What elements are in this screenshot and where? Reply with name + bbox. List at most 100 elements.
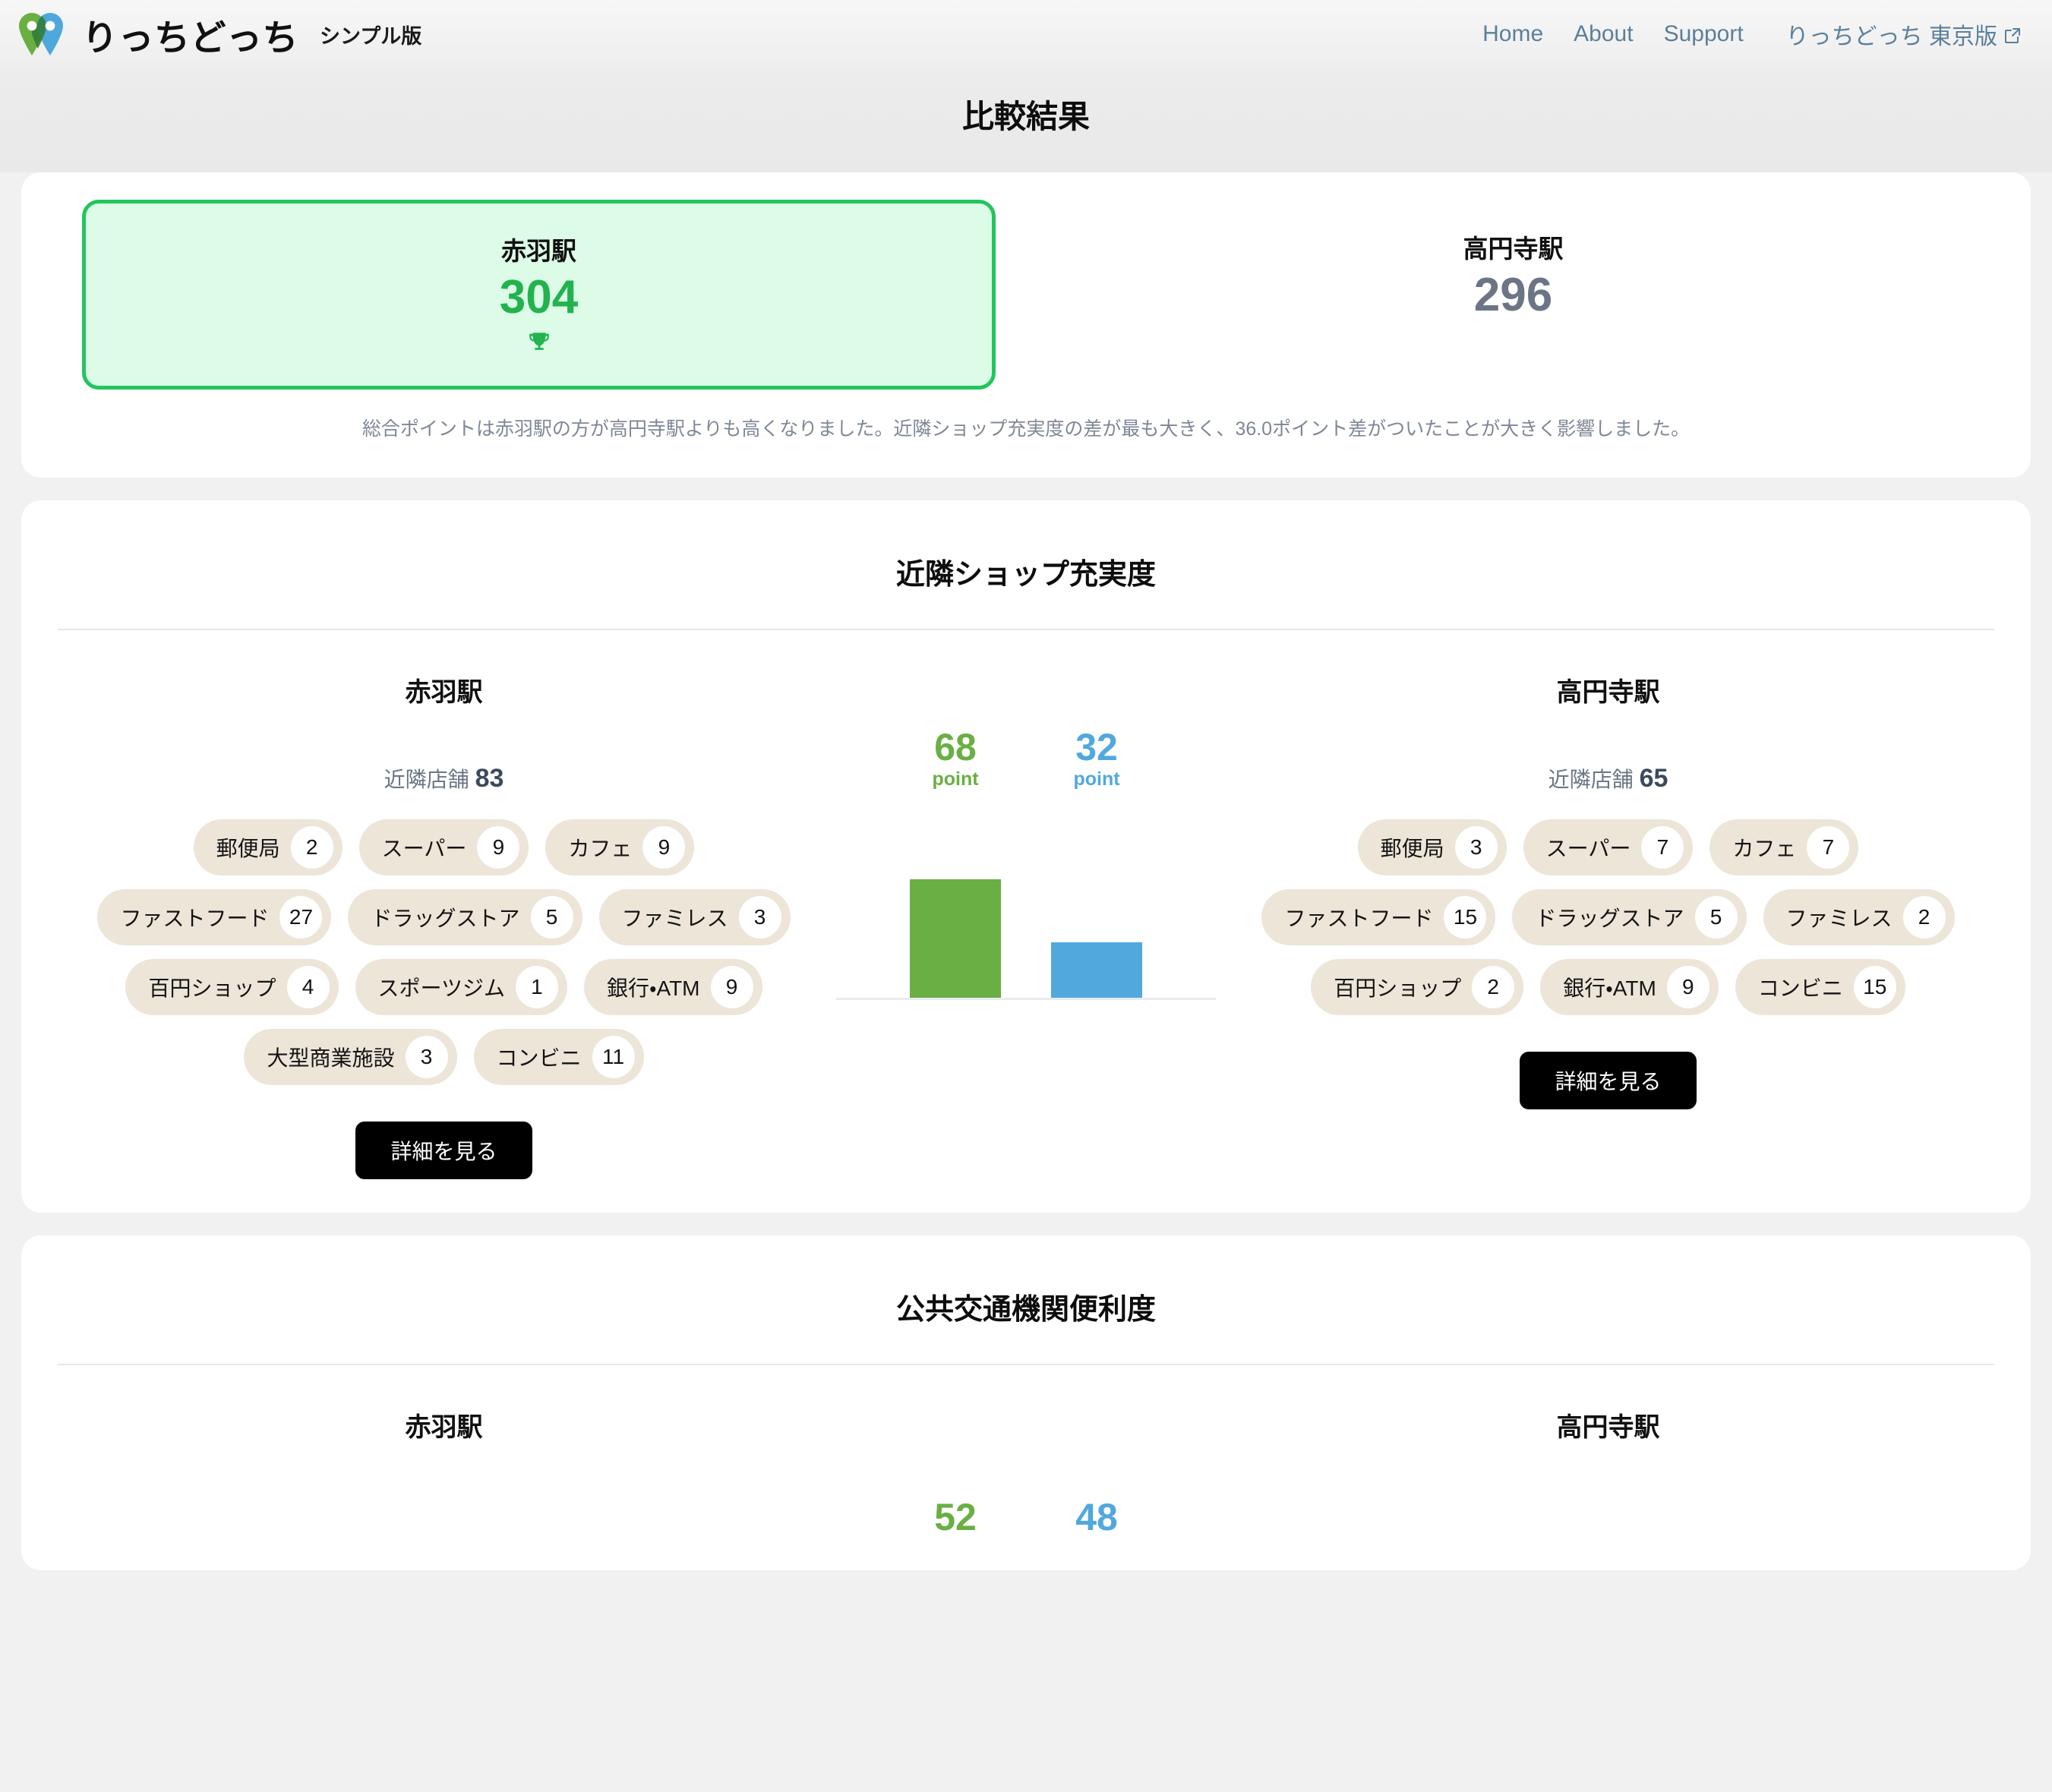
shop-chip-label: ファストフード <box>120 906 270 930</box>
shop-chip: ドラッグストア 5 <box>348 888 582 945</box>
shop-chip: ファミレス 2 <box>1763 888 1955 945</box>
runnerup-station-box[interactable]: 高円寺駅 296 <box>1056 200 1970 390</box>
summary-side-right: 高円寺駅 296 <box>1026 200 2000 390</box>
chip-list-left: 郵便局 2 スーパー 9 カフェ 9 ファストフード 27 ドラッグストア 5 ファミレス 3 百円ショ… <box>52 819 836 1085</box>
shop-chip-count: 2 <box>1472 965 1515 1008</box>
nav-link-about[interactable]: About <box>1574 21 1633 47</box>
chart-shops: 68 point 32 point <box>836 671 1216 1001</box>
section-title-shops: 近隣ショップ充実度 <box>895 558 1156 591</box>
points-row-shops: 68 point 32 point <box>910 727 1142 791</box>
station-col-right-transit: 高円寺駅 <box>1216 1406 2000 1498</box>
summary-grid: 赤羽駅 304 高円寺駅 296 <box>52 200 2000 390</box>
nav-link-tokyo-edition[interactable]: りっちどっち 東京版 <box>1786 17 2022 51</box>
shop-chip-count: 9 <box>642 825 686 869</box>
nav-link-home[interactable]: Home <box>1482 21 1543 47</box>
shop-chip-label: 銀行・ATM <box>606 976 700 1000</box>
shop-chip: 郵便局 3 <box>1357 819 1507 875</box>
page-title-band: 比較結果 <box>0 68 2052 172</box>
shop-chip-count: 1 <box>515 965 558 1008</box>
detail-button-left[interactable]: 詳細を見る <box>355 1121 532 1179</box>
map-pins-icon <box>17 11 68 57</box>
shop-chip-count: 7 <box>1807 825 1850 869</box>
detail-button-right[interactable]: 詳細を見る <box>1520 1051 1697 1109</box>
winner-station-name: 赤羽駅 <box>501 237 576 265</box>
shop-chip-label: 大型商業施設 <box>267 1046 395 1070</box>
page-title: 比較結果 <box>961 99 1090 134</box>
shop-chip: ファミレス 3 <box>598 888 791 945</box>
shop-chip: カフェ 9 <box>545 819 695 875</box>
shop-chip-label: コンビニ <box>496 1046 582 1070</box>
shop-chip-count: 15 <box>1853 965 1896 1008</box>
trophy-icon <box>101 330 977 360</box>
metric-grid-shops: 赤羽駅 近隣店舗 83 郵便局 2 スーパー 9 カフェ 9 ファストフード 27 ドラッグストア… <box>52 671 2000 1179</box>
shop-chip-count: 3 <box>405 1035 448 1078</box>
site-header: りっちどっち シンプル版 Home About Support りっちどっち 東… <box>0 0 2052 68</box>
shop-chip: 大型商業施設 3 <box>244 1028 457 1085</box>
points-right-transit: 48 <box>1051 1497 1142 1538</box>
shop-chip-label: カフェ <box>568 836 633 860</box>
shop-chip-label: ドラッグストア <box>1535 906 1684 930</box>
points-right-value-shops: 32 <box>1075 725 1118 768</box>
shop-chip-count: 3 <box>738 895 781 939</box>
shop-total-right-value: 65 <box>1639 763 1668 793</box>
summary-note: 総合ポイントは赤羽駅の方が高円寺駅よりも高くなりました。近隣ショップ充実度の差が… <box>361 418 1691 440</box>
points-left-value-shops: 68 <box>934 725 977 768</box>
points-left-transit: 52 <box>910 1497 1001 1538</box>
bar-chart-shops <box>836 824 1216 1001</box>
shop-chip: コンビニ 11 <box>473 1028 644 1085</box>
shop-chip-label: コンビニ <box>1757 976 1843 1000</box>
shop-chip-label: 百円ショップ <box>148 976 276 1000</box>
nav-link-tokyo-edition-label: りっちどっち 東京版 <box>1785 24 1997 49</box>
winner-station-box[interactable]: 赤羽駅 304 <box>82 200 996 390</box>
shop-chip-count: 27 <box>279 895 323 939</box>
station-col-left-shops: 赤羽駅 近隣店舗 83 郵便局 2 スーパー 9 カフェ 9 ファストフード 27 ドラッグストア… <box>52 671 836 1179</box>
bar-right-shops <box>1051 942 1142 999</box>
brand[interactable]: りっちどっち シンプル版 <box>17 8 421 61</box>
shop-total-left-value: 83 <box>475 763 504 793</box>
station-name-left-transit: 赤羽駅 <box>405 1412 483 1442</box>
shop-chip-label: スーパー <box>1545 836 1631 860</box>
chart-transit: 52 48 <box>836 1406 1216 1538</box>
main-nav: Home About Support りっちどっち 東京版 <box>1482 17 2022 51</box>
shop-chip-count: 3 <box>1454 825 1498 869</box>
section-title-transit: 公共交通機関便利度 <box>895 1293 1156 1326</box>
runnerup-station-name: 高円寺駅 <box>1463 235 1564 263</box>
shop-total-left-label: 近隣店舗 <box>384 767 469 791</box>
shop-chip: 郵便局 2 <box>193 819 343 875</box>
shop-chip: 百円ショップ 4 <box>125 958 339 1015</box>
shop-total-right: 近隣店舗 65 <box>1216 763 2000 793</box>
shop-chip: ファストフード 15 <box>1261 888 1496 945</box>
summary-side-left: 赤羽駅 304 <box>52 200 1026 390</box>
section-card-shops: 近隣ショップ充実度 赤羽駅 近隣店舗 83 郵便局 2 スーパー 9 カフェ 9 ファストフー… <box>21 500 2031 1213</box>
shop-chip-count: 4 <box>286 965 330 1008</box>
shop-chip-label: ファミレス <box>621 906 728 930</box>
shop-chip-label: ファストフード <box>1284 906 1434 930</box>
points-right-unit-shops: point <box>1073 768 1120 790</box>
shop-chip-label: 郵便局 <box>1380 836 1444 860</box>
shop-chip-label: 百円ショップ <box>1334 976 1462 1000</box>
shop-chip-label: スーパー <box>381 836 467 860</box>
points-right-value-transit: 48 <box>1075 1495 1118 1538</box>
shop-chip: カフェ 7 <box>1709 819 1859 875</box>
station-col-right-shops: 高円寺駅 近隣店舗 65 郵便局 3 スーパー 7 カフェ 7 ファストフード 15 ドラッグスト… <box>1216 671 2000 1109</box>
points-right-shops: 32 point <box>1051 727 1142 791</box>
shop-chip: ファストフード 27 <box>97 888 332 945</box>
shop-chip: コンビニ 15 <box>1735 958 1905 1015</box>
nav-link-support[interactable]: Support <box>1664 21 1744 47</box>
shop-chip-count: 2 <box>290 825 333 869</box>
shop-chip-label: ファミレス <box>1785 906 1893 930</box>
runnerup-station-score: 296 <box>1473 269 1553 321</box>
external-link-icon <box>2003 25 2022 43</box>
shop-chip-count: 11 <box>592 1035 635 1078</box>
shop-chip: スポーツジム 1 <box>355 958 567 1015</box>
shop-chip-count: 9 <box>477 825 520 869</box>
shop-chip: 百円ショップ 2 <box>1311 958 1524 1015</box>
station-name-left: 赤羽駅 <box>405 677 483 707</box>
station-col-left-transit: 赤羽駅 <box>52 1406 836 1498</box>
shop-chip-label: スポーツジム <box>377 976 505 1000</box>
bar-left-shops <box>910 879 1001 999</box>
shop-total-left: 近隣店舗 83 <box>52 763 836 793</box>
shop-chip-count: 9 <box>710 965 753 1008</box>
shop-chip-count: 7 <box>1641 825 1684 869</box>
chip-list-right: 郵便局 3 スーパー 7 カフェ 7 ファストフード 15 ドラッグストア 5 ファミレス 2 百円ショ… <box>1216 819 2000 1015</box>
